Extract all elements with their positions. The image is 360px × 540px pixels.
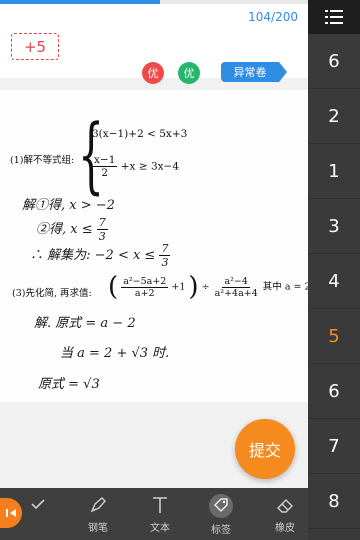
undo-tool[interactable] [16, 494, 60, 536]
question-nav-item[interactable]: 1 [308, 144, 360, 199]
fraction-numerator: x−1 [92, 154, 118, 167]
question-nav-item[interactable]: 5 [308, 309, 360, 364]
answer-sheet-image: (1)解不等式组: { 3(x−1)+2 < 5x+3 x−1 2 +x ≥ 3x… [0, 90, 308, 402]
paren-right: ) [188, 272, 199, 302]
fraction-denominator: a+2 [134, 287, 155, 299]
handwritten-answer-1: 解. 原式 = a − 2 [34, 316, 136, 331]
excellent-badge-red[interactable]: 优 [142, 62, 164, 84]
fraction-numerator: 7 [159, 242, 171, 256]
abnormal-paper-tag[interactable]: 异常卷 [221, 62, 287, 82]
pen-tool-label: 钢笔 [88, 523, 108, 534]
question-nav-item[interactable]: 4 [308, 254, 360, 309]
progress-fill [0, 0, 161, 4]
handwritten-step-3-text: ∴ 解集为: −2 < x ≤ [30, 248, 156, 263]
fraction-numerator: a²−4 [222, 275, 250, 288]
excellent-badge-green[interactable]: 优 [178, 62, 200, 84]
question-nav-item[interactable]: 6 [308, 364, 360, 419]
question-nav-item[interactable]: 2 [308, 89, 360, 144]
handwritten-answer-3: 原式 = √3 [38, 377, 100, 392]
question-nav-item[interactable]: 7 [308, 419, 360, 474]
question-nav-item[interactable]: 3 [308, 199, 360, 254]
divide-sign: ÷ [201, 281, 210, 293]
progress-bar [0, 0, 308, 4]
question-counter: 104/200 [248, 10, 298, 24]
submit-button[interactable]: 提交 [235, 419, 295, 479]
simplify-expression: ( a²−5a+2 a+2 +1 ) ÷ a²−4 a²+4a+4 其中 a = 2… [108, 272, 308, 302]
handwritten-answer-2: 当 a = 2 + √3 时. [60, 346, 170, 361]
tag-icon [214, 497, 228, 512]
inequality-1: 3(x−1)+2 < 5x+3 [92, 128, 188, 140]
list-icon [325, 10, 343, 24]
fraction-denominator: 3 [161, 256, 169, 269]
question-nav-item[interactable]: 8 [308, 474, 360, 529]
pen-icon [90, 497, 106, 513]
inequality-2-rest: +x ≥ 3x−4 [120, 160, 180, 173]
menu-button[interactable] [308, 0, 360, 34]
pen-tool[interactable]: 钢笔 [76, 494, 120, 536]
check-icon [31, 499, 45, 510]
handwritten-step-1: 解①得, x > −2 [22, 198, 115, 213]
handwritten-step-3: ∴ 解集为: −2 < x ≤ 73 [30, 242, 171, 269]
eraser-tool-label: 橡皮 [275, 523, 295, 534]
tag-tool-label: 标签 [211, 525, 231, 536]
fraction-numerator: a²−5a+2 [121, 275, 169, 288]
tag-icon-bg [209, 494, 233, 518]
text-tool-label: 文本 [150, 523, 170, 534]
question-1-label: (1)解不等式组: [10, 155, 75, 166]
score-box[interactable]: +5 [11, 33, 59, 60]
text-tool[interactable]: 文本 [138, 494, 182, 536]
plus-one: +1 [171, 281, 186, 293]
tag-tool[interactable]: 标签 [199, 494, 243, 536]
inequality-2: x−1 2 +x ≥ 3x−4 [92, 154, 179, 179]
text-icon [153, 497, 167, 513]
fraction-denominator: a²+4a+4 [214, 287, 258, 299]
condition-text: 其中 a = 2 + [262, 281, 308, 293]
eraser-icon [277, 499, 293, 513]
handwritten-step-2-text: ②得, x ≤ [36, 222, 93, 237]
question-nav-item[interactable]: 6 [308, 34, 360, 89]
paren-left: ( [108, 272, 119, 302]
question-3-label: (3)先化简, 再求值: [12, 288, 92, 299]
handwritten-step-2: ②得, x ≤ 73 [36, 216, 108, 243]
fraction-numerator: 7 [96, 216, 108, 230]
eraser-tool[interactable]: 橡皮 [263, 494, 307, 536]
fraction-denominator: 2 [101, 167, 109, 179]
